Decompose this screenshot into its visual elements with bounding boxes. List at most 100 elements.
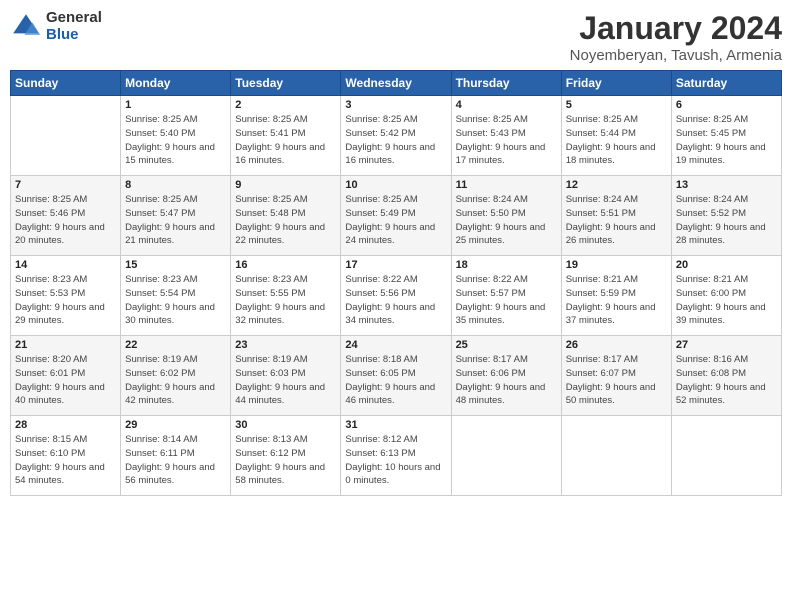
- day-number: 16: [235, 259, 336, 271]
- day-number: 14: [15, 259, 116, 271]
- day-cell: 24 Sunrise: 8:18 AMSunset: 6:05 PMDayligh…: [341, 336, 451, 416]
- calendar-header: SundayMondayTuesdayWednesdayThursdayFrid…: [11, 71, 782, 96]
- day-info: Sunrise: 8:24 AMSunset: 5:51 PMDaylight:…: [566, 193, 667, 248]
- day-info: Sunrise: 8:21 AMSunset: 5:59 PMDaylight:…: [566, 273, 667, 328]
- header-cell-friday: Friday: [561, 71, 671, 96]
- day-cell: 17 Sunrise: 8:22 AMSunset: 5:56 PMDayligh…: [341, 256, 451, 336]
- day-info: Sunrise: 8:25 AMSunset: 5:41 PMDaylight:…: [235, 113, 336, 168]
- day-cell: 23Sunrise: 8:19 AMSunset: 6:03 PMDayligh…: [231, 336, 341, 416]
- week-row-4: 28Sunrise: 8:15 AMSunset: 6:10 PMDayligh…: [11, 416, 782, 496]
- header-cell-saturday: Saturday: [671, 71, 781, 96]
- calendar-title: January 2024: [570, 10, 782, 47]
- day-number: 24: [345, 339, 446, 351]
- day-cell: 31 Sunrise: 8:12 AMSunset: 6:13 PMDayligh…: [341, 416, 451, 496]
- day-info: Sunrise: 8:25 AMSunset: 5:45 PMDaylight:…: [676, 113, 777, 168]
- day-number: 10: [345, 179, 446, 191]
- day-info: Sunrise: 8:14 AMSunset: 6:11 PMDaylight:…: [125, 433, 226, 488]
- calendar-subtitle: Noyemberyan, Tavush, Armenia: [570, 47, 782, 64]
- logo: General Blue: [10, 10, 102, 43]
- week-row-1: 7Sunrise: 8:25 AMSunset: 5:46 PMDaylight…: [11, 176, 782, 256]
- day-number: 15: [125, 259, 226, 271]
- day-info: Sunrise: 8:25 AMSunset: 5:44 PMDaylight:…: [566, 113, 667, 168]
- day-number: 31: [345, 419, 446, 431]
- day-info: Sunrise: 8:15 AMSunset: 6:10 PMDaylight:…: [15, 433, 116, 488]
- day-info: Sunrise: 8:24 AMSunset: 5:52 PMDaylight:…: [676, 193, 777, 248]
- day-cell: 19Sunrise: 8:21 AMSunset: 5:59 PMDayligh…: [561, 256, 671, 336]
- day-cell: 18 Sunrise: 8:22 AMSunset: 5:57 PMDayligh…: [451, 256, 561, 336]
- day-cell: 13 Sunrise: 8:24 AMSunset: 5:52 PMDayligh…: [671, 176, 781, 256]
- day-info: Sunrise: 8:25 AMSunset: 5:48 PMDaylight:…: [235, 193, 336, 248]
- day-number: 18: [456, 259, 557, 271]
- day-cell: [561, 416, 671, 496]
- header-row: SundayMondayTuesdayWednesdayThursdayFrid…: [11, 71, 782, 96]
- day-number: 8: [125, 179, 226, 191]
- day-number: 30: [235, 419, 336, 431]
- day-cell: 11 Sunrise: 8:24 AMSunset: 5:50 PMDayligh…: [451, 176, 561, 256]
- day-cell: 2 Sunrise: 8:25 AMSunset: 5:41 PMDaylight…: [231, 96, 341, 176]
- day-number: 17: [345, 259, 446, 271]
- day-cell: 1 Sunrise: 8:25 AMSunset: 5:40 PMDaylight…: [121, 96, 231, 176]
- calendar-body: 1 Sunrise: 8:25 AMSunset: 5:40 PMDaylight…: [11, 96, 782, 496]
- day-cell: 16 Sunrise: 8:23 AMSunset: 5:55 PMDayligh…: [231, 256, 341, 336]
- day-number: 9: [235, 179, 336, 191]
- day-cell: [11, 96, 121, 176]
- day-info: Sunrise: 8:13 AMSunset: 6:12 PMDaylight:…: [235, 433, 336, 488]
- day-number: 2: [235, 99, 336, 111]
- day-info: Sunrise: 8:20 AMSunset: 6:01 PMDaylight:…: [15, 353, 116, 408]
- day-number: 5: [566, 99, 667, 111]
- day-cell: 20Sunrise: 8:21 AMSunset: 6:00 PMDayligh…: [671, 256, 781, 336]
- day-cell: 29 Sunrise: 8:14 AMSunset: 6:11 PMDayligh…: [121, 416, 231, 496]
- week-row-3: 21 Sunrise: 8:20 AMSunset: 6:01 PMDayligh…: [11, 336, 782, 416]
- day-info: Sunrise: 8:17 AMSunset: 6:06 PMDaylight:…: [456, 353, 557, 408]
- logo-text: General Blue: [46, 10, 102, 43]
- day-info: Sunrise: 8:25 AMSunset: 5:42 PMDaylight:…: [345, 113, 446, 168]
- day-info: Sunrise: 8:23 AMSunset: 5:54 PMDaylight:…: [125, 273, 226, 328]
- day-cell: 7Sunrise: 8:25 AMSunset: 5:46 PMDaylight…: [11, 176, 121, 256]
- day-info: Sunrise: 8:12 AMSunset: 6:13 PMDaylight:…: [345, 433, 446, 488]
- day-number: 13: [676, 179, 777, 191]
- day-number: 1: [125, 99, 226, 111]
- header: General Blue January 2024 Noyemberyan, T…: [10, 10, 782, 64]
- day-number: 26: [566, 339, 667, 351]
- day-info: Sunrise: 8:23 AMSunset: 5:53 PMDaylight:…: [15, 273, 116, 328]
- day-number: 7: [15, 179, 116, 191]
- day-cell: 8Sunrise: 8:25 AMSunset: 5:47 PMDaylight…: [121, 176, 231, 256]
- day-info: Sunrise: 8:18 AMSunset: 6:05 PMDaylight:…: [345, 353, 446, 408]
- day-info: Sunrise: 8:24 AMSunset: 5:50 PMDaylight:…: [456, 193, 557, 248]
- day-info: Sunrise: 8:22 AMSunset: 5:57 PMDaylight:…: [456, 273, 557, 328]
- day-cell: 3 Sunrise: 8:25 AMSunset: 5:42 PMDaylight…: [341, 96, 451, 176]
- day-number: 3: [345, 99, 446, 111]
- day-cell: 28Sunrise: 8:15 AMSunset: 6:10 PMDayligh…: [11, 416, 121, 496]
- day-cell: 10 Sunrise: 8:25 AMSunset: 5:49 PMDayligh…: [341, 176, 451, 256]
- day-info: Sunrise: 8:25 AMSunset: 5:49 PMDaylight:…: [345, 193, 446, 248]
- day-cell: 26 Sunrise: 8:17 AMSunset: 6:07 PMDayligh…: [561, 336, 671, 416]
- title-area: January 2024 Noyemberyan, Tavush, Armeni…: [570, 10, 782, 64]
- header-cell-tuesday: Tuesday: [231, 71, 341, 96]
- day-number: 29: [125, 419, 226, 431]
- day-info: Sunrise: 8:25 AMSunset: 5:40 PMDaylight:…: [125, 113, 226, 168]
- day-info: Sunrise: 8:23 AMSunset: 5:55 PMDaylight:…: [235, 273, 336, 328]
- header-cell-sunday: Sunday: [11, 71, 121, 96]
- day-number: 11: [456, 179, 557, 191]
- day-cell: 6Sunrise: 8:25 AMSunset: 5:45 PMDaylight…: [671, 96, 781, 176]
- day-info: Sunrise: 8:25 AMSunset: 5:43 PMDaylight:…: [456, 113, 557, 168]
- day-cell: 21 Sunrise: 8:20 AMSunset: 6:01 PMDayligh…: [11, 336, 121, 416]
- header-cell-monday: Monday: [121, 71, 231, 96]
- logo-icon: [10, 11, 42, 43]
- day-info: Sunrise: 8:21 AMSunset: 6:00 PMDaylight:…: [676, 273, 777, 328]
- calendar-table: SundayMondayTuesdayWednesdayThursdayFrid…: [10, 70, 782, 496]
- day-info: Sunrise: 8:22 AMSunset: 5:56 PMDaylight:…: [345, 273, 446, 328]
- day-info: Sunrise: 8:17 AMSunset: 6:07 PMDaylight:…: [566, 353, 667, 408]
- day-info: Sunrise: 8:16 AMSunset: 6:08 PMDaylight:…: [676, 353, 777, 408]
- day-number: 23: [235, 339, 336, 351]
- week-row-0: 1 Sunrise: 8:25 AMSunset: 5:40 PMDaylight…: [11, 96, 782, 176]
- day-number: 27: [676, 339, 777, 351]
- day-cell: 5 Sunrise: 8:25 AMSunset: 5:44 PMDaylight…: [561, 96, 671, 176]
- day-number: 12: [566, 179, 667, 191]
- day-cell: 9 Sunrise: 8:25 AMSunset: 5:48 PMDaylight…: [231, 176, 341, 256]
- header-cell-thursday: Thursday: [451, 71, 561, 96]
- day-number: 4: [456, 99, 557, 111]
- day-cell: 14 Sunrise: 8:23 AMSunset: 5:53 PMDayligh…: [11, 256, 121, 336]
- day-cell: 15 Sunrise: 8:23 AMSunset: 5:54 PMDayligh…: [121, 256, 231, 336]
- day-number: 21: [15, 339, 116, 351]
